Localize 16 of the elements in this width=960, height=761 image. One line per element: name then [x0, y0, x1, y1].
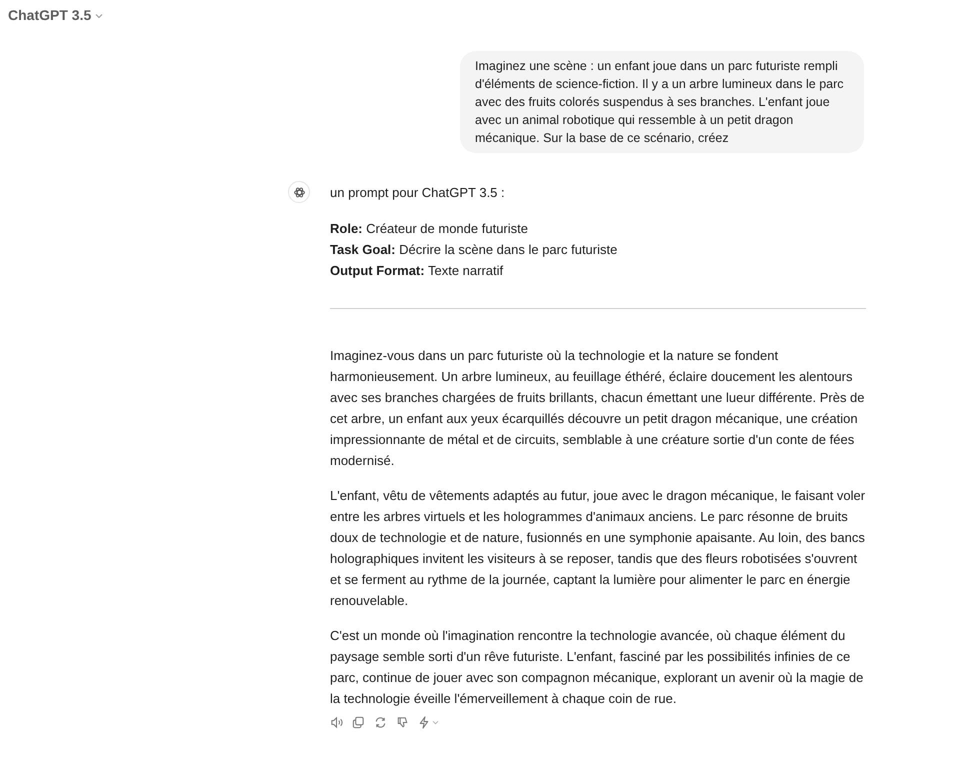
user-message: Imaginez une scène : un enfant joue dans un parc futuriste rempli d'éléments de science-fiction. Il y a un arbre lumineux dans le parc avec des fruits colorés suspendus à ses branches. L'enfant joue avec un animal robotique qui ressemble à un petit dragon mécanique. Sur la base de ce scénario, créez: [460, 51, 864, 153]
response-paragraph: C'est un monde où l'imagination rencontre la technologie avancée, où chaque élément du paysage semble sorti d'un rêve futuriste. L'enfant, fasciné par les possibilités infinies de ce parc, continue de jouer avec son compagnon mécanique, explorant un avenir où la magie de la technologie éveille l'émerveillement à chaque coin de rue.: [330, 627, 864, 708]
chevron-icon[interactable]: [95, 12, 104, 18]
speaker-icon[interactable]: [330, 716, 343, 729]
response-intro: un prompt pour ChatGPT 3.5 :: [330, 184, 506, 202]
prompt-field: Output Format: Texte narratif: [330, 260, 866, 281]
response-paragraph: Imaginez-vous dans un parc futuriste où la technologie et la nature se fondent harmonieusement. Un arbre lumineux, au feuillage éthéré, éclaire doucement les alentours avec ses branches chargées de fruits brillants, chacun émettant une lueur différente. Près de cet arbre, un enfant aux yeux écarquillés découvre un petit dragon mécanique, une création impressionnante de métal et de circuits, semblable à une créature sortie d'un conte de fées modernisé.: [330, 347, 866, 470]
assistant-avatar-icon: [288, 181, 310, 203]
lightning-icon[interactable]: [418, 716, 430, 729]
response-paragraph: L'enfant, vêtu de vêtements adaptés au futur, joue avec le dragon mécanique, le faisant voler entre les arbres virtuels et les hologrammes d'animaux anciens. Le parc résonne de bruits doux de technologie et de nature, fusionnés en une symphonie apaisante. Au loin, des bancs holographiques invitent les visiteurs à se reposer, tandis que des fleurs robotisées s'ouvrent et se ferment au rythme de la journée, captant la lumière pour alimenter le parc en énergie renouvelable.: [330, 487, 866, 610]
prompt-field: Role: Créateur de monde futuriste: [330, 218, 866, 239]
model-selector[interactable]: ChatGPT 3.5: [8, 5, 92, 26]
prompt-field: Task Goal: Décrire la scène dans le parc futuriste: [330, 239, 866, 260]
regenerate-icon[interactable]: [374, 716, 387, 729]
thumbs-down-icon[interactable]: [396, 716, 409, 729]
copy-icon[interactable]: [352, 716, 365, 729]
